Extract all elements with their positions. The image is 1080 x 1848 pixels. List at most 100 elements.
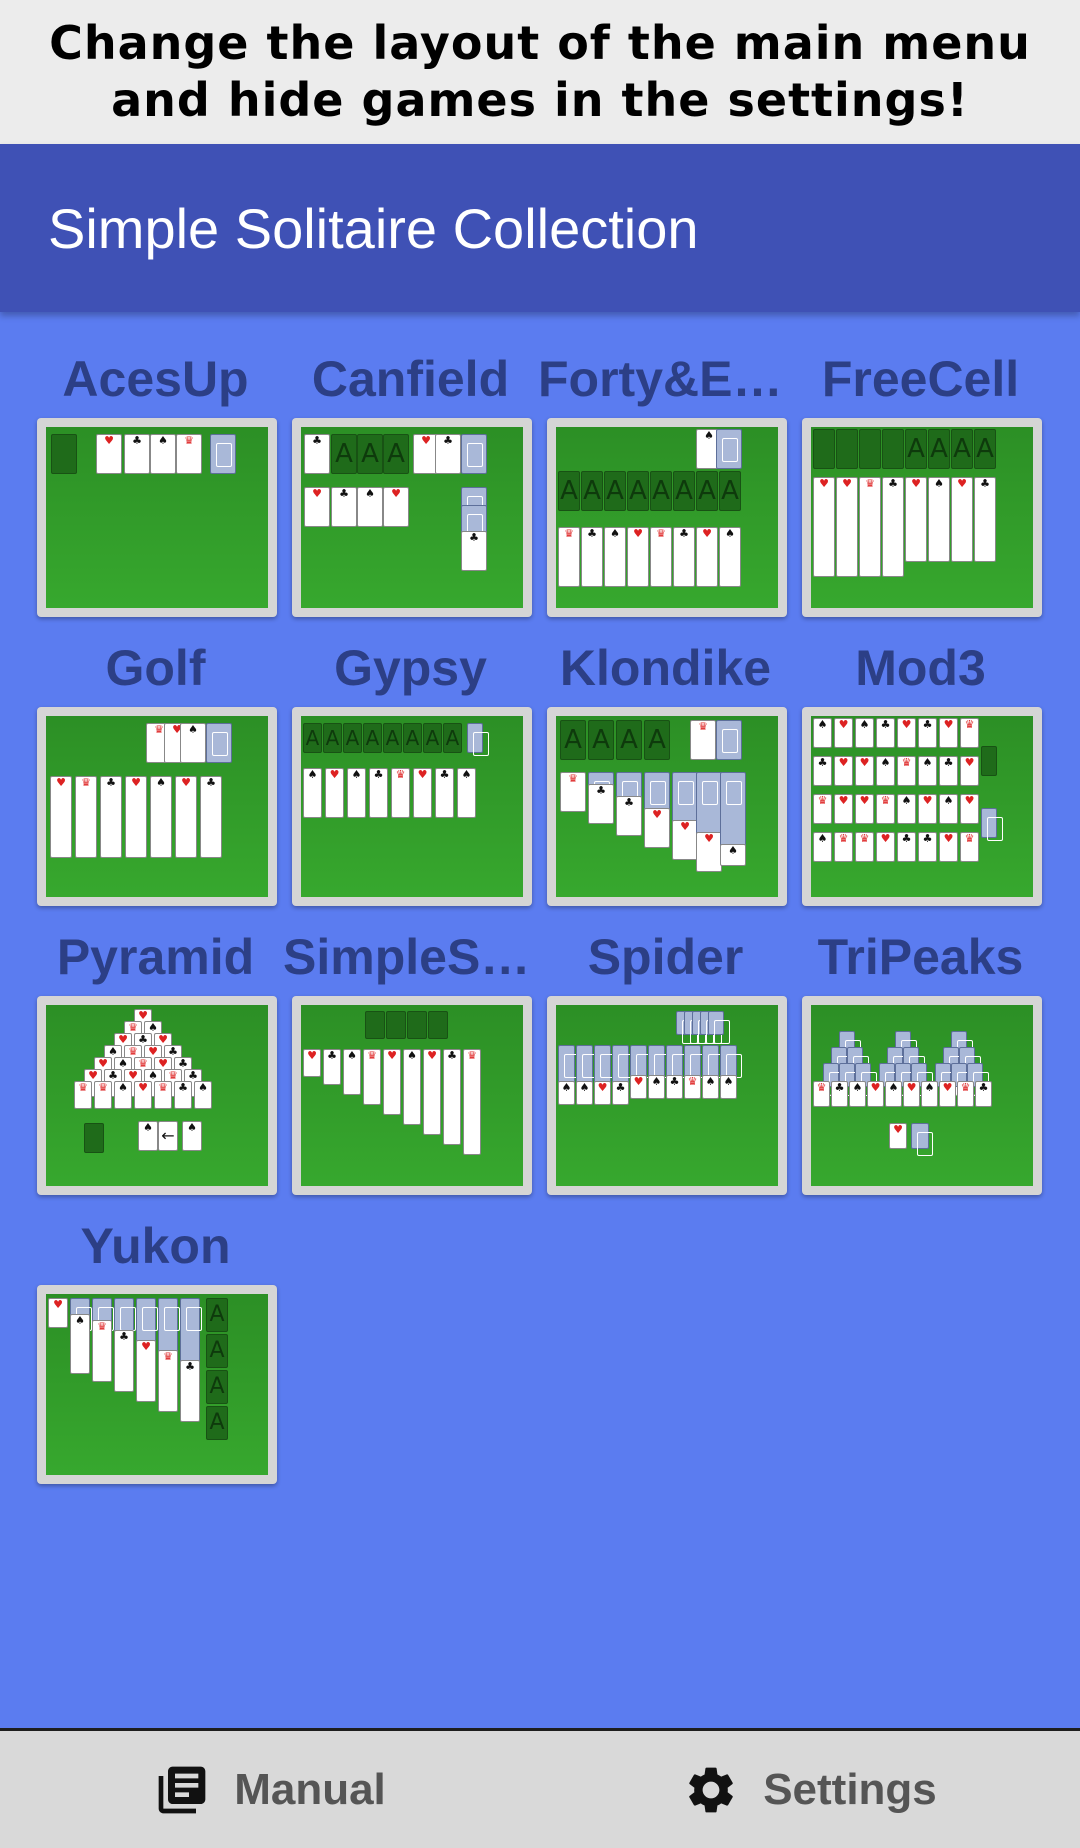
card-slot: A [604,471,626,511]
playing-card: ♛ [960,718,979,748]
preview-felt: ♛ ♣ ♠ ♥ ♠ ♥ ♠ ♥ ♛ ♣ ♥ [811,1005,1033,1186]
card-slot: A [905,429,927,469]
manual-icon [158,1766,206,1813]
playing-card: ♥ [383,487,409,527]
playing-card: ♥ [836,477,858,577]
playing-card: ♣ [588,784,614,824]
playing-card: ♣ [369,768,388,818]
playing-card: ♣ [897,832,916,862]
card-slot [51,434,77,474]
playing-card: ♣ [975,1081,992,1107]
playing-card: ♠ [182,1121,202,1151]
game-tile-acesup[interactable]: AcesUp ♥ ♣ ♠ ♛ [28,340,283,617]
playing-card: ♥ [960,794,979,824]
playing-card: ♛ [463,1049,481,1155]
playing-card: ♠ [357,487,383,527]
card-slot [84,1123,104,1153]
card-back [461,434,487,474]
playing-card: ♥ [855,756,874,786]
game-preview: ♠ A A A A A A A A ♛ ♣ ♠ ♥ ♛ ♣ ♥ ♠ [547,418,787,617]
game-preview: A A A A ♛ ♛ ♣ ♣ ♥ ♥ ♥ ♠ [547,707,787,906]
playing-card: ♛ [960,832,979,862]
game-tile-gypsy[interactable]: Gypsy A A A A A A A A ♠ ♥ ♠ ♣ ♛ ♥ ♣ ♠ [283,629,538,906]
card-slot: A [560,720,586,760]
playing-card: ♛ [834,832,853,862]
preview-felt: ♥ ♣ ♠ ♛ ♥ ♠ ♥ ♣ ♛ [301,1005,523,1186]
card-back [716,720,742,760]
playing-card: ♠ [138,1121,158,1151]
playing-card: ♥ [905,477,927,562]
playing-card: ♣ [435,434,461,474]
game-tile-canfield[interactable]: Canfield ♣ A A A ♥ ♣ ♥ ♣ ♠ ♥ ♣ [283,340,538,617]
playing-card: ♣ [831,1081,848,1107]
game-tile-spider[interactable]: Spider ♠ ♠ ♥ ♣ ♥ ♠ ♣ ♛ ♠ ♠ [538,918,793,1195]
playing-card: ♣ [939,756,958,786]
playing-card: ♥ [627,527,649,587]
card-slot: A [383,434,409,474]
card-slot [981,746,997,776]
playing-card: ♥ [96,434,122,474]
playing-card: ♠ [813,832,832,862]
preview-felt: A A A A ♥ ♥ ♛ ♣ ♥ ♠ ♥ ♣ [811,427,1033,608]
game-tile-golf[interactable]: Golf ♛ ♥ ♠ ♥ ♛ ♣ ♥ ♠ ♥ ♣ [28,629,283,906]
card-slot: A [558,471,580,511]
card-slot: A [443,723,462,753]
card-back [911,1123,933,1156]
playing-card: ♠ [876,756,895,786]
playing-card: ← [158,1121,178,1151]
playing-card: ♥ [134,1081,152,1109]
card-slot: A [673,471,695,511]
game-tile-mod3[interactable]: Mod3 ♠ ♥ ♠ ♣ ♥ ♣ ♥ ♛ ♣ ♥ ♥ ♠ ♛ ♠ ♣ ♥ ♛ ♥… [793,629,1048,906]
card-slot: A [383,723,402,753]
preview-felt: ♠ ♥ ♠ ♣ ♥ ♣ ♥ ♛ ♣ ♥ ♥ ♠ ♛ ♠ ♣ ♥ ♛ ♥ ♥ ♛ [811,716,1033,897]
settings-button[interactable]: Settings [540,1731,1080,1848]
game-preview: ♥ ♠ ♛ ♣ ♥ ♛ ♣ A A A A [37,1285,277,1484]
playing-card: ♣ [974,477,996,562]
playing-card: ♛ [897,756,916,786]
playing-card: ♣ [813,756,832,786]
playing-card: ♣ [331,487,357,527]
playing-card: ♛ [650,527,672,587]
playing-card: ♥ [834,794,853,824]
playing-card: ♥ [304,487,330,527]
game-tile-forty-and-eight[interactable]: Forty&Ei… ♠ A A A A A A A A ♛ ♣ ♠ ♥ ♛ ♣ … [538,340,793,617]
game-name: Canfield [311,351,510,407]
playing-card: ♛ [154,1081,172,1109]
playing-card: ♠ [720,844,746,866]
playing-card: ♠ [150,434,176,474]
game-tile-freecell[interactable]: FreeCell A A A A ♥ ♥ ♛ ♣ ♥ ♠ ♥ ♣ [793,340,1048,617]
playing-card: ♥ [867,1081,884,1107]
playing-card: ♣ [616,796,642,836]
playing-card: ♥ [383,1049,401,1115]
card-slot: A [581,471,603,511]
game-grid: AcesUp ♥ ♣ ♠ ♛ Canfield ♣ A A A ♥ ♣ ♥ ♣ … [28,340,1052,1484]
card-slot [365,1011,385,1039]
playing-card: ♛ [74,1081,92,1109]
manual-label: Manual [234,1764,386,1814]
card-slot [813,429,835,469]
playing-card: ♛ [855,832,874,862]
promo-text: Change the layout of the main menu and h… [49,15,1031,129]
game-tile-pyramid[interactable]: Pyramid ♥ ♛ ♠ ♥ ♣ ♥ ♠ ♛ ♥ ♣ ♥ ♠ ♛ ♥ ♣ ♥ … [28,918,283,1195]
game-tile-simple-simon[interactable]: SimpleSi… ♥ ♣ ♠ ♛ ♥ ♠ ♥ ♣ ♛ [283,918,538,1195]
playing-card: ♥ [939,1081,956,1107]
playing-card: ♛ [75,776,97,858]
playing-card: ♥ [813,477,835,577]
playing-card: ♥ [889,1123,907,1149]
card-slot: A [928,429,950,469]
manual-button[interactable]: Manual [0,1731,540,1848]
playing-card: ♥ [855,794,874,824]
game-tile-yukon[interactable]: Yukon ♥ ♠ ♛ ♣ ♥ ♛ ♣ A A A A [28,1207,283,1484]
playing-card: ♣ [918,832,937,862]
game-preview: ♠ ♥ ♠ ♣ ♥ ♣ ♥ ♛ ♣ ♥ ♥ ♠ ♛ ♠ ♣ ♥ ♛ ♥ ♥ ♛ [802,707,1042,906]
playing-card: ♛ [558,527,580,587]
playing-card: ♠ [939,794,958,824]
playing-card: ♣ [124,434,150,474]
playing-card: ♥ [672,820,698,860]
game-tile-tripeaks[interactable]: TriPeaks ♛ ♣ ♠ ♥ ♠ ♥ ♠ ♥ ♛ ♣ ♥ [793,918,1048,1195]
playing-card: ♛ [560,772,586,812]
playing-card: ♠ [928,477,950,562]
game-tile-klondike[interactable]: Klondike A A A A ♛ ♛ ♣ ♣ ♥ ♥ ♥ ♠ [538,629,793,906]
card-slot: A [696,471,718,511]
playing-card: ♛ [876,794,895,824]
